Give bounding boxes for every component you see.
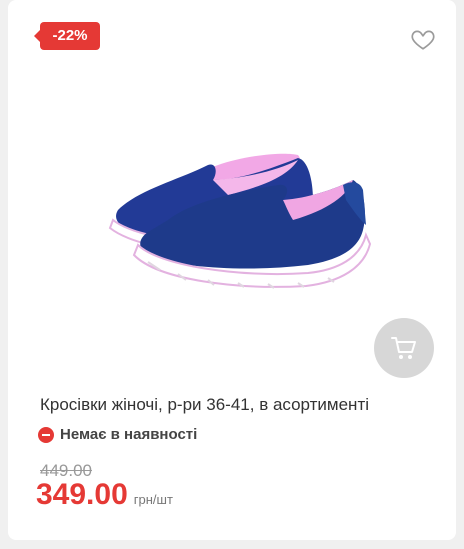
stock-status-text: Немає в наявності bbox=[60, 426, 198, 443]
add-to-cart-button[interactable] bbox=[374, 318, 434, 378]
minus-circle-icon bbox=[38, 426, 54, 443]
product-image[interactable] bbox=[98, 140, 378, 300]
price-row: 349.00 грн/шт bbox=[36, 478, 173, 512]
product-title[interactable]: Кросівки жіночі, р-ри 36-41, в асортимен… bbox=[40, 395, 440, 415]
heart-outline-icon bbox=[411, 30, 435, 50]
sneakers-image bbox=[108, 153, 372, 289]
current-price: 349.00 bbox=[36, 478, 128, 511]
favorite-button[interactable] bbox=[410, 26, 436, 52]
stock-status: Немає в наявності bbox=[38, 426, 197, 443]
price-unit: грн/шт bbox=[133, 492, 173, 507]
discount-badge: -22% bbox=[34, 22, 100, 50]
shopping-cart-icon bbox=[391, 337, 416, 359]
product-card[interactable]: -22% Кросівки жіночі, р-ри 36-41, в асор… bbox=[8, 0, 456, 540]
